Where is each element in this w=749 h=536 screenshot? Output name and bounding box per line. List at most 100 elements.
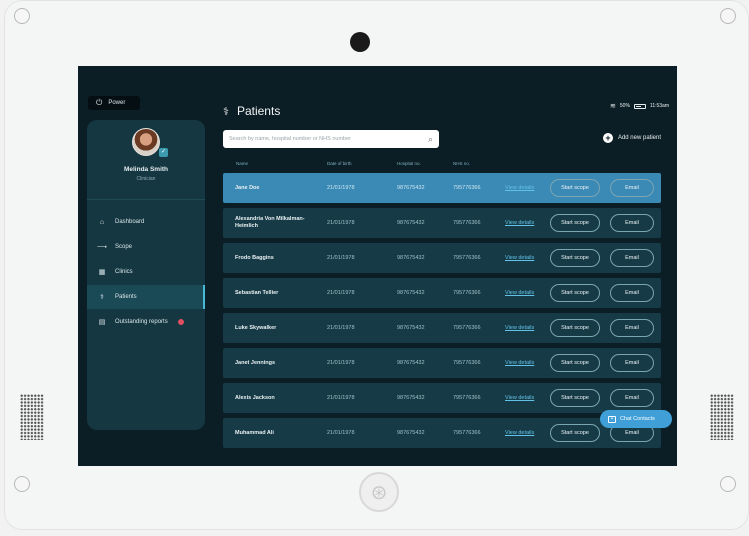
add-patient-label: Add new patient [617,135,661,141]
view-details-link[interactable]: View details [505,208,534,238]
column-header-dob[interactable]: Date of birth [327,161,352,166]
view-details-link[interactable]: View details [505,418,534,448]
column-header-name[interactable]: Name [236,161,248,166]
hospital-number: 987675432 [397,289,425,296]
page-title: Patients [236,104,281,118]
chat-contacts-button[interactable]: + Chat Contacts [600,410,672,428]
table-row[interactable]: Sebastian Tellier 21/01/1978 987675432 7957… [223,278,661,308]
patients-icon: ⚕ [100,294,104,301]
home-logo-button[interactable]: ⊛ [359,472,399,512]
patients-icon: ⚕ [223,105,229,118]
view-details-link[interactable]: View details [505,173,534,203]
start-scope-button[interactable]: Start scope [550,389,600,407]
add-patient-button[interactable]: + Add new patient [602,133,661,143]
nhs-number: 795776366 [453,394,481,401]
page-header: ⚕ Patients [223,104,280,118]
user-profile: ✓ Melinda Smith Clinician [87,120,205,200]
table-row[interactable]: Muhammad Ali 21/01/1978 987675432 795776366… [223,418,661,448]
status-bar: ≋ 50% 11:53am [610,102,669,110]
view-details-link[interactable]: View details [505,278,534,308]
table-row[interactable]: Alexandria Von Milkalman-Heimlich 21/01/1… [223,208,661,238]
view-details-link[interactable]: View details [505,383,534,413]
nhs-number: 795776366 [453,359,481,366]
sidebar-item-label: Outstanding reports [115,319,168,325]
table-row[interactable]: Jane Doe 21/01/1978 987675432 795776366 View… [223,173,661,203]
sidebar-item-label: Scope [115,244,133,250]
clock: 11:53am [649,103,669,109]
clinic-icon: ▦ [98,269,106,276]
email-button[interactable]: Email [610,179,654,197]
date-of-birth: 21/01/1978 [327,359,355,366]
power-label: Power [108,100,126,106]
hospital-number: 987675432 [397,324,425,331]
patient-name: Alexandria Von Milkalman-Heimlich [235,216,305,229]
view-details-link[interactable]: View details [505,243,534,273]
hospital-number: 987675432 [397,254,425,261]
table-row[interactable]: Luke Skywalker 21/01/1978 987675432 7957763… [223,313,661,343]
email-button[interactable]: Email [610,354,654,372]
email-button[interactable]: Email [610,284,654,302]
date-of-birth: 21/01/1978 [327,219,355,226]
home-icon: ⌂ [99,218,105,226]
search-bar: ⌕ [223,130,439,148]
hospital-number: 987675432 [397,219,425,226]
view-details-link[interactable]: View details [505,348,534,378]
sidebar-item-patients[interactable]: ⚕ Patients [87,285,205,309]
patient-name: Luke Skywalker [235,324,277,331]
table-row[interactable]: Frodo Baggins 21/01/1978 987675432 79577636… [223,243,661,273]
screw [720,8,736,24]
email-button[interactable]: Email [610,214,654,232]
table-row[interactable]: Janet Jennings 21/01/1978 987675432 7957763… [223,348,661,378]
power-button[interactable]: ⏻ Power [88,96,140,110]
sidebar-item-label: Clinics [115,269,133,275]
user-name: Melinda Smith [123,166,169,173]
hospital-number: 987675432 [397,359,425,366]
search-input[interactable] [229,136,428,142]
nhs-number: 795776366 [453,219,481,226]
document-icon: ▤ [98,319,106,326]
screen: ⏻ Power ✓ Melinda Smith Clinician ⌂ Dash… [78,66,677,466]
speaker-grille [710,394,734,440]
notification-badge [177,319,184,325]
start-scope-button[interactable]: Start scope [550,424,600,442]
date-of-birth: 21/01/1978 [327,429,355,436]
table-row[interactable]: Alexis Jackson 21/01/1978 987675432 7957763… [223,383,661,413]
nhs-number: 795776366 [453,289,481,296]
screw [720,476,736,492]
nhs-number: 795776366 [453,429,481,436]
sidebar-item-outstanding-reports[interactable]: ▤ Outstanding reports [87,310,205,334]
hospital-number: 987675432 [397,394,425,401]
sidebar-item-label: Dashboard [115,219,145,225]
start-scope-button[interactable]: Start scope [550,284,600,302]
patient-name: Sebastian Tellier [235,289,279,296]
power-icon: ⏻ [96,98,103,107]
start-scope-button[interactable]: Start scope [550,179,600,197]
edit-profile-icon[interactable]: ✓ [159,148,168,157]
search-icon[interactable]: ⌕ [428,134,433,145]
email-button[interactable]: Email [610,389,654,407]
start-scope-button[interactable]: Start scope [550,354,600,372]
email-button[interactable]: Email [610,319,654,337]
start-scope-button[interactable]: Start scope [550,319,600,337]
avatar[interactable] [132,128,160,156]
nhs-number: 795776366 [453,254,481,261]
speaker-grille [20,394,44,440]
column-header-hospital[interactable]: Hospital no. [397,161,421,166]
user-role: Clinician [136,176,156,182]
patient-name: Frodo Baggins [235,254,274,261]
patient-name: Jane Doe [235,184,260,191]
sidebar-item-dashboard[interactable]: ⌂ Dashboard [87,210,205,234]
email-button[interactable]: Email [610,249,654,267]
start-scope-button[interactable]: Start scope [550,214,600,232]
start-scope-button[interactable]: Start scope [550,249,600,267]
patient-name: Alexis Jackson [235,394,275,401]
patient-name: Muhammad Ali [235,429,274,436]
date-of-birth: 21/01/1978 [327,184,355,191]
sidebar-item-scope[interactable]: ⟶ Scope [87,235,205,259]
column-header-nhs[interactable]: NHS no. [453,161,470,166]
patient-name: Janet Jennings [235,359,276,366]
sidebar-item-clinics[interactable]: ▦ Clinics [87,260,205,284]
battery-icon [633,103,646,109]
chat-icon: + [608,415,616,423]
view-details-link[interactable]: View details [505,313,534,343]
